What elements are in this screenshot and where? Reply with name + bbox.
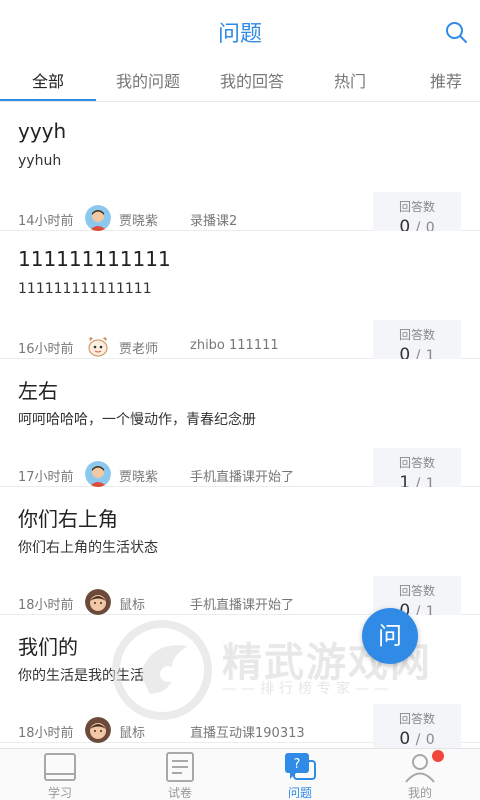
app-header: 问题: [0, 0, 480, 60]
nav-label: 学习: [47, 786, 72, 800]
answer-count-label: 回答数: [398, 456, 435, 470]
nav-study[interactable]: 学习: [0, 749, 120, 800]
question-card[interactable]: yyyh yyhuh 14小时前 贾晓紫 录播课2 回答数 0 / 0: [0, 103, 480, 243]
question-time: 18小时前: [18, 598, 74, 613]
answer-count-label: 回答数: [398, 328, 435, 342]
question-description: 你的生活是我的生活: [18, 668, 144, 684]
course-name: 手机直播课开始了: [190, 470, 295, 485]
question-title: 你们右上角: [18, 507, 118, 531]
question-description: 呵呵哈哈哈，一个慢动作，青春纪念册: [18, 412, 256, 428]
nav-label: 我的: [407, 786, 432, 800]
question-title: 我们的: [18, 635, 78, 659]
course-name: zhibo 111111: [190, 338, 279, 353]
answer-count-label: 回答数: [398, 200, 435, 214]
tab-my-answers[interactable]: 我的回答: [204, 68, 300, 98]
author-name: 贾晓紫: [119, 214, 159, 229]
course-name: 直播互动课190313: [190, 726, 305, 741]
question-card[interactable]: 左右 呵呵哈哈哈，一个慢动作，青春纪念册 17小时前 贾晓紫 手机直播课开始了 …: [0, 359, 480, 499]
avatar-boy-icon: [85, 461, 111, 487]
active-tab-indicator: [0, 99, 96, 101]
question-card[interactable]: 你们右上角 你们右上角的生活状态 18小时前 鼠标 手机直播课开始了 回答数 0…: [0, 487, 480, 627]
paper-icon: [166, 752, 194, 782]
tab-all[interactable]: 全部: [0, 68, 96, 98]
svg-text:?: ?: [294, 757, 301, 772]
question-title: 左右: [18, 379, 58, 403]
tab-my-questions[interactable]: 我的问题: [100, 68, 196, 98]
question-time: 18小时前: [18, 726, 74, 741]
tab-hot[interactable]: 热门: [302, 68, 398, 98]
tab-recommended[interactable]: 推荐: [398, 68, 480, 98]
nav-label: 问题: [287, 786, 312, 800]
question-time: 16小时前: [18, 342, 74, 357]
author-name: 鼠标: [119, 598, 146, 613]
question-time: 14小时前: [18, 214, 74, 229]
notification-badge: [432, 750, 444, 762]
question-chat-icon: ?: [285, 753, 316, 780]
nav-papers[interactable]: 试卷: [120, 749, 240, 800]
avatar-baby-icon: [85, 717, 111, 743]
category-tabs: 全部 我的问题 我的回答 热门 推荐: [0, 60, 480, 102]
course-name: 录播课2: [190, 214, 238, 229]
question-description: yyhuh: [18, 153, 62, 169]
bottom-navigation: 学习 试卷 ? 问题 我的: [0, 748, 480, 800]
author-name: 贾老师: [119, 342, 159, 357]
course-name: 手机直播课开始了: [190, 598, 295, 613]
book-icon: [44, 753, 76, 781]
author-name: 贾晓紫: [119, 470, 159, 485]
answer-count-label: 回答数: [398, 712, 435, 726]
question-card[interactable]: 111111111111 111111111111111 16小时前 贾老师 z…: [0, 231, 480, 371]
question-description: 你们右上角的生活状态: [18, 540, 158, 556]
page-title: 问题: [217, 22, 262, 47]
search-icon[interactable]: [444, 20, 468, 44]
nav-mine[interactable]: 我的: [360, 749, 480, 800]
avatar-boy-icon: [85, 205, 111, 231]
avatar-baby-icon: [85, 589, 111, 615]
question-time: 17小时前: [18, 470, 74, 485]
ask-question-button[interactable]: 问: [362, 608, 418, 664]
answer-count-box: 回答数 0 / 0: [373, 704, 461, 748]
nav-label: 试卷: [167, 786, 192, 800]
avatar-cartoon-icon: [85, 333, 111, 359]
nav-questions[interactable]: ? 问题: [240, 749, 360, 800]
question-title: 111111111111: [18, 247, 171, 271]
question-title: yyyh: [18, 119, 67, 143]
author-name: 鼠标: [119, 726, 146, 741]
question-description: 111111111111111: [18, 281, 152, 297]
answer-count-value: 0 / 0: [399, 729, 435, 748]
answer-count-label: 回答数: [398, 584, 435, 598]
